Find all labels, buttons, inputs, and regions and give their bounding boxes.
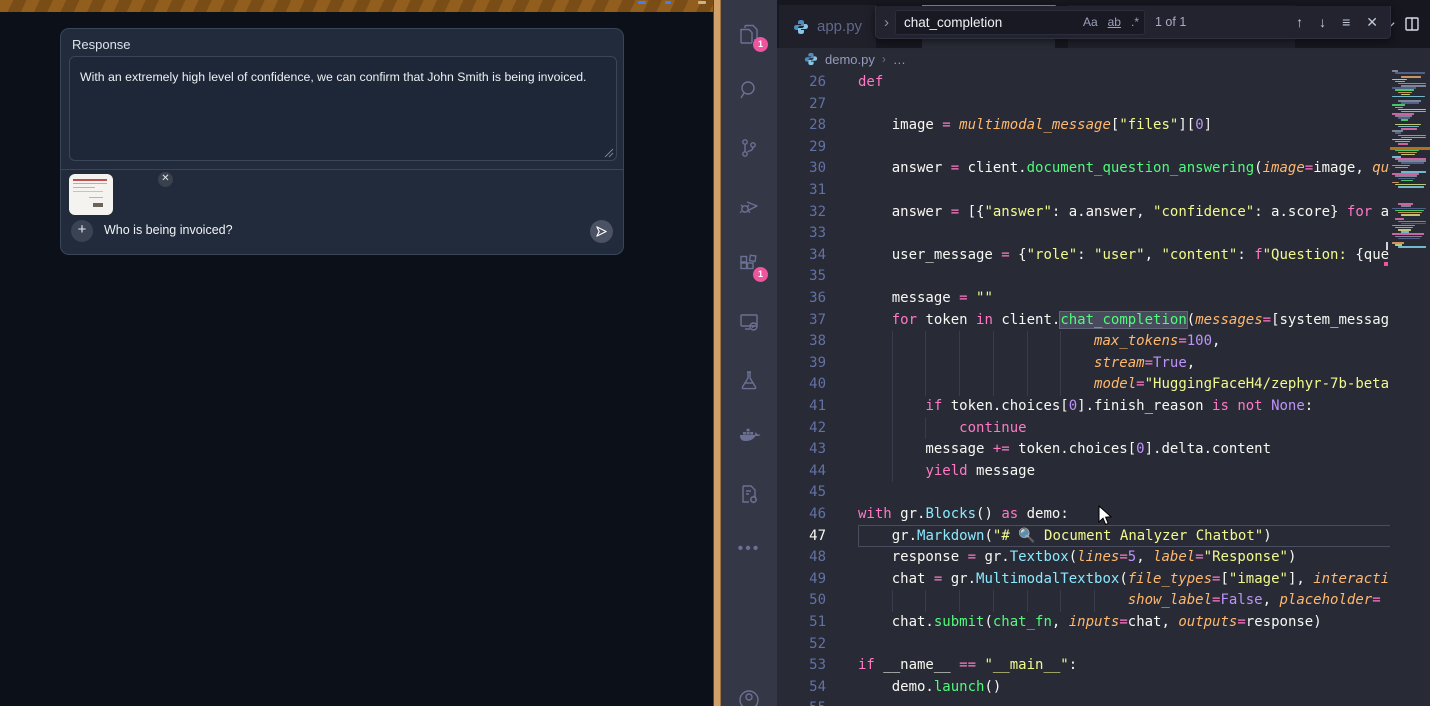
send-icon bbox=[595, 225, 608, 238]
code-line[interactable]: 50 show_label=False, placeholder= bbox=[777, 590, 1430, 612]
progress-mark bbox=[665, 1, 671, 4]
overview-ruler-mark bbox=[1386, 242, 1388, 250]
find-query[interactable]: chat_completion bbox=[896, 15, 1078, 30]
find-widget: › chat_completion Aa ab .* 1 of 1 ↑ ↓ ≡ … bbox=[875, 6, 1391, 39]
sidebar-item-explorer[interactable]: 1 bbox=[737, 22, 761, 46]
code-line[interactable]: 51 chat.submit(chat_fn, inputs=chat, out… bbox=[777, 612, 1430, 634]
whole-word-toggle[interactable]: ab bbox=[1103, 15, 1126, 29]
sidebar-item-extensions[interactable]: 1 bbox=[737, 252, 761, 276]
code-line[interactable]: 29 bbox=[777, 137, 1430, 159]
breadcrumb-file[interactable]: demo.py bbox=[825, 52, 875, 67]
card-divider bbox=[61, 169, 623, 170]
progress-stripe-bar bbox=[0, 0, 713, 12]
activity-bar: 1 bbox=[721, 0, 777, 706]
response-label: Response bbox=[72, 37, 131, 52]
code-line[interactable]: 52 bbox=[777, 634, 1430, 656]
code-line[interactable]: 45 bbox=[777, 482, 1430, 504]
run-debug-icon bbox=[737, 194, 761, 218]
gradio-app-panel: Response With an extremely high level of… bbox=[0, 0, 713, 706]
sidebar-item-testing[interactable] bbox=[737, 368, 761, 392]
code-line[interactable]: 48 response = gr.Textbox(lines=5, label=… bbox=[777, 547, 1430, 569]
code-line[interactable]: 36 message = "" bbox=[777, 288, 1430, 310]
explorer-badge: 1 bbox=[753, 37, 768, 52]
overview-ruler-cursor-mark bbox=[1384, 262, 1388, 266]
response-text: With an extremely high level of confiden… bbox=[80, 70, 586, 84]
find-next-button[interactable]: ↓ bbox=[1319, 14, 1326, 30]
code-line[interactable]: 53if __name__ == "__main__": bbox=[777, 655, 1430, 677]
sidebar-item-task-runner[interactable] bbox=[737, 482, 761, 506]
sidebar-item-run-debug[interactable] bbox=[737, 194, 761, 218]
add-file-button[interactable]: + bbox=[71, 220, 93, 242]
find-previous-button[interactable]: ↑ bbox=[1296, 14, 1303, 30]
breadcrumb-separator: › bbox=[882, 52, 886, 66]
progress-mark bbox=[698, 1, 706, 4]
resize-handle-icon[interactable] bbox=[604, 148, 614, 158]
progress-mark bbox=[638, 1, 646, 4]
chat-input-text[interactable]: Who is being invoiced? bbox=[104, 223, 233, 237]
code-line[interactable]: 55 bbox=[777, 698, 1430, 706]
find-close-button[interactable]: ✕ bbox=[1366, 14, 1378, 31]
code-line[interactable]: 34 user_message = {"role": "user", "cont… bbox=[777, 245, 1430, 267]
code-line[interactable]: 33 bbox=[777, 223, 1430, 245]
split-editor-button[interactable] bbox=[1404, 16, 1420, 32]
find-expand-chevron[interactable]: › bbox=[876, 14, 895, 31]
code-line[interactable]: 39 stream=True, bbox=[777, 353, 1430, 375]
breadcrumb-symbol[interactable]: … bbox=[893, 52, 906, 67]
mouse-cursor bbox=[1097, 505, 1113, 527]
code-line[interactable]: 26def bbox=[777, 72, 1430, 94]
docker-icon bbox=[737, 424, 761, 448]
code-line[interactable]: 31 bbox=[777, 180, 1430, 202]
beaker-icon bbox=[737, 368, 761, 392]
code-line[interactable]: 42 continue bbox=[777, 418, 1430, 440]
code-line[interactable]: 49 chat = gr.MultimodalTextbox(file_type… bbox=[777, 569, 1430, 591]
more-views-button[interactable]: ••• bbox=[737, 540, 761, 564]
remote-explorer-icon bbox=[737, 310, 761, 334]
chat-input-row: + Who is being invoiced? bbox=[61, 220, 623, 242]
sidebar-item-docker[interactable] bbox=[737, 424, 761, 448]
screen: Response With an extremely high level of… bbox=[0, 0, 1430, 706]
regex-toggle[interactable]: .* bbox=[1126, 15, 1144, 29]
python-file-icon bbox=[793, 19, 809, 35]
code-line[interactable]: 38 max_tokens=100, bbox=[777, 331, 1430, 353]
breadcrumb: demo.py › … bbox=[777, 48, 1430, 70]
tab-label: app.py bbox=[817, 18, 862, 35]
search-icon bbox=[737, 78, 761, 102]
code-line[interactable]: 37 for token in client.chat_completion(m… bbox=[777, 310, 1430, 332]
io-card: Response With an extremely high level of… bbox=[60, 28, 624, 255]
sidebar-item-source-control[interactable] bbox=[737, 136, 761, 160]
code-line[interactable]: 28 image = multimodal_message["files"][0… bbox=[777, 115, 1430, 137]
editor-region: app.py demo.py _client.py ~ bbox=[777, 0, 1430, 706]
code-line[interactable]: 43 message += token.choices[0].delta.con… bbox=[777, 439, 1430, 461]
match-case-toggle[interactable]: Aa bbox=[1078, 15, 1103, 29]
response-textarea[interactable]: With an extremely high level of confiden… bbox=[69, 56, 617, 161]
code-line[interactable]: 32 answer = [{"answer": a.answer, "confi… bbox=[777, 202, 1430, 224]
find-input[interactable]: chat_completion Aa ab .* bbox=[895, 10, 1145, 35]
code-line[interactable]: 54 demo.launch() bbox=[777, 677, 1430, 699]
code-editor[interactable]: 26def2728 image = multimodal_message["fi… bbox=[777, 70, 1430, 706]
vscode-window: 1 bbox=[721, 0, 1430, 706]
python-file-icon bbox=[804, 52, 818, 66]
send-button[interactable] bbox=[590, 220, 613, 243]
code-line[interactable]: 35 bbox=[777, 266, 1430, 288]
window-split-divider[interactable] bbox=[713, 0, 721, 706]
code-line[interactable]: 41 if token.choices[0].finish_reason is … bbox=[777, 396, 1430, 418]
tab-app-py[interactable]: app.py bbox=[779, 5, 877, 48]
code-line[interactable]: 40 model="HuggingFaceH4/zephyr-7b-beta", bbox=[777, 374, 1430, 396]
extensions-badge: 1 bbox=[753, 267, 768, 282]
code-line[interactable]: 47 gr.Markdown("# 🔍 Document Analyzer Ch… bbox=[777, 526, 1430, 548]
find-result-count: 1 of 1 bbox=[1145, 15, 1186, 29]
code-line[interactable]: 27 bbox=[777, 94, 1430, 116]
minimap[interactable] bbox=[1390, 70, 1430, 706]
remove-image-button[interactable]: ✕ bbox=[158, 172, 173, 187]
source-control-icon bbox=[737, 136, 761, 160]
find-in-selection-button[interactable]: ≡ bbox=[1342, 14, 1350, 30]
account-icon[interactable] bbox=[737, 688, 761, 706]
code-line[interactable]: 30 answer = client.document_question_ans… bbox=[777, 158, 1430, 180]
code-line[interactable]: 44 yield message bbox=[777, 461, 1430, 483]
uploaded-image-thumbnail[interactable] bbox=[69, 174, 113, 215]
file-gear-icon bbox=[737, 482, 761, 506]
sidebar-item-remote-explorer[interactable] bbox=[737, 310, 761, 334]
sidebar-item-search[interactable] bbox=[737, 78, 761, 102]
